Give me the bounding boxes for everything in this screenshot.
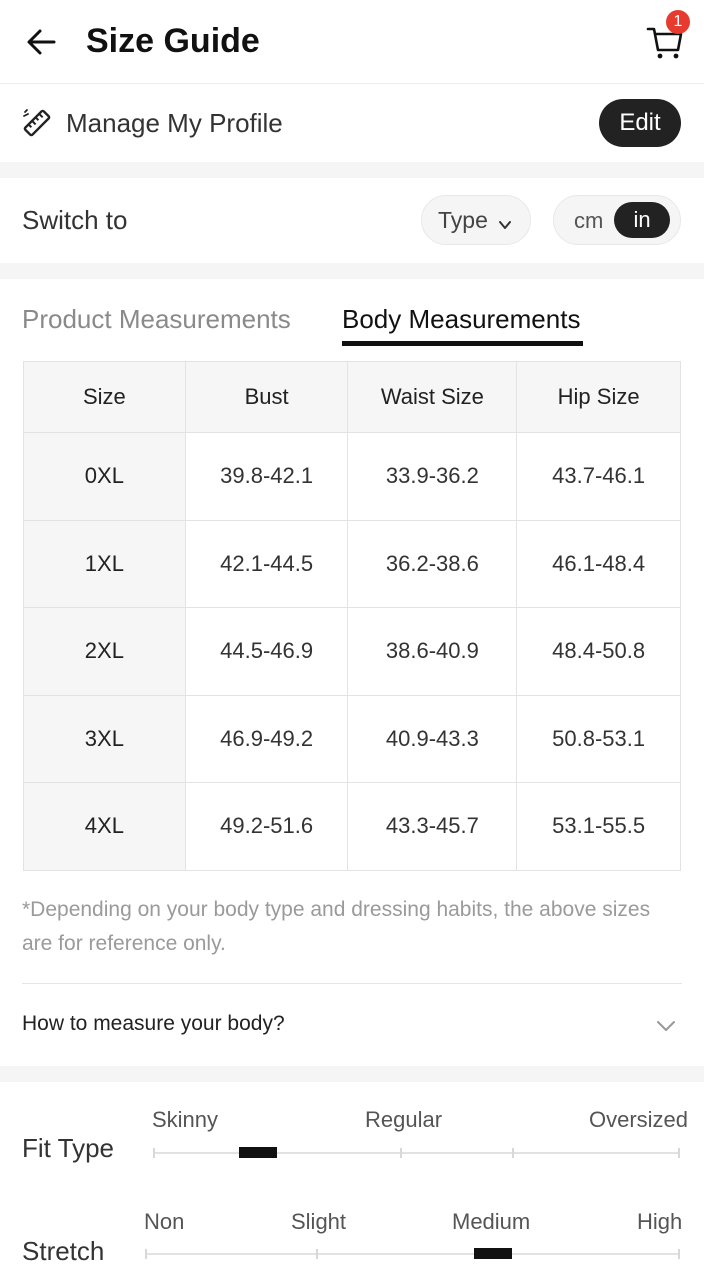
reference-note: *Depending on your body type and dressin… xyxy=(22,898,651,955)
unit-in-option[interactable]: in xyxy=(614,202,670,238)
scale-tick xyxy=(512,1148,514,1158)
column-header-bust: Bust xyxy=(184,361,349,433)
unit-cm-option[interactable]: cm xyxy=(574,208,603,234)
stretch-label-medium: Medium xyxy=(452,1209,531,1234)
size-cell: 0XL xyxy=(23,432,186,521)
manage-profile-label: Manage My Profile xyxy=(66,108,283,138)
bust-cell: 39.8-42.1 xyxy=(184,432,349,521)
fit-type-label-skinny: Skinny xyxy=(152,1107,219,1132)
scale-tick xyxy=(400,1148,402,1158)
waist-cell: 33.9-36.2 xyxy=(347,432,518,521)
how-to-measure-label: How to measure your body? xyxy=(22,1012,285,1035)
stretch-scale: Stretch Non Slight Medium High xyxy=(0,1200,704,1280)
hip-cell: 46.1-48.4 xyxy=(516,519,681,608)
fit-type-marker xyxy=(239,1147,278,1158)
scale-tick xyxy=(316,1249,318,1259)
edit-profile-button[interactable]: Edit xyxy=(599,99,681,147)
stretch-marker xyxy=(473,1248,512,1259)
bust-cell: 42.1-44.5 xyxy=(184,519,349,608)
table-row: 4XL 49.2-51.6 43.3-45.7 53.1-55.5 xyxy=(23,782,681,871)
chevron-down-icon xyxy=(654,1014,678,1038)
tab-body-measurements[interactable]: Body Measurements xyxy=(342,304,580,335)
scale-tick xyxy=(678,1148,680,1158)
hip-cell: 50.8-53.1 xyxy=(516,694,681,783)
waist-cell: 38.6-40.9 xyxy=(347,607,518,696)
app-header: Size Guide 1 xyxy=(0,0,704,84)
page-title: Size Guide xyxy=(86,22,260,60)
size-cell: 3XL xyxy=(23,694,186,783)
back-arrow-icon[interactable] xyxy=(24,24,60,60)
cart-count-badge: 1 xyxy=(666,10,690,34)
table-row: 3XL 46.9-49.2 40.9-43.3 50.8-53.1 xyxy=(23,694,681,783)
type-dropdown[interactable]: Type xyxy=(421,195,531,245)
active-tab-indicator xyxy=(342,341,583,346)
hip-cell: 43.7-46.1 xyxy=(516,432,681,521)
table-row: 0XL 39.8-42.1 33.9-36.2 43.7-46.1 xyxy=(23,432,681,521)
waist-cell: 36.2-38.6 xyxy=(347,519,518,608)
fit-type-track xyxy=(153,1152,680,1154)
column-header-hip: Hip Size xyxy=(516,361,681,433)
stretch-track xyxy=(145,1253,680,1255)
fit-type-title: Fit Type xyxy=(22,1133,115,1163)
column-header-size: Size xyxy=(23,361,186,433)
table-header-row: Size Bust Waist Size Hip Size xyxy=(23,361,681,433)
chevron-down-icon xyxy=(497,212,513,229)
waist-cell: 43.3-45.7 xyxy=(347,782,518,871)
scale-tick xyxy=(678,1249,680,1259)
switch-to-label: Switch to xyxy=(22,205,128,235)
bust-cell: 49.2-51.6 xyxy=(184,782,349,871)
how-to-measure-row[interactable]: How to measure your body? xyxy=(0,984,704,1066)
size-table: Size Bust Waist Size Hip Size 0XL 39.8-4… xyxy=(23,361,681,871)
type-dropdown-label: Type xyxy=(438,207,488,233)
table-row: 1XL 42.1-44.5 36.2-38.6 46.1-48.4 xyxy=(23,519,681,608)
stretch-label-non: Non xyxy=(144,1209,185,1234)
bust-cell: 44.5-46.9 xyxy=(184,607,349,696)
fit-type-label-oversized: Oversized xyxy=(589,1107,689,1132)
table-row: 2XL 44.5-46.9 38.6-40.9 48.4-50.8 xyxy=(23,607,681,696)
column-header-waist: Waist Size xyxy=(347,361,518,433)
size-cell: 2XL xyxy=(23,607,186,696)
unit-toggle: cm in xyxy=(553,195,681,245)
fit-type-label-regular: Regular xyxy=(365,1107,443,1132)
hip-cell: 48.4-50.8 xyxy=(516,607,681,696)
ruler-icon xyxy=(22,108,52,138)
fit-type-scale: Fit Type Skinny Regular Oversized xyxy=(0,1100,704,1180)
section-divider xyxy=(0,162,704,178)
stretch-label-high: High xyxy=(637,1209,683,1234)
hip-cell: 53.1-55.5 xyxy=(516,782,681,871)
waist-cell: 40.9-43.3 xyxy=(347,694,518,783)
bust-cell: 46.9-49.2 xyxy=(184,694,349,783)
section-divider xyxy=(0,263,704,279)
scale-tick xyxy=(153,1148,155,1158)
size-cell: 1XL xyxy=(23,519,186,608)
size-cell: 4XL xyxy=(23,782,186,871)
section-divider xyxy=(0,1066,704,1082)
stretch-title: Stretch xyxy=(22,1236,105,1266)
tab-product-measurements[interactable]: Product Measurements xyxy=(22,304,291,335)
stretch-label-slight: Slight xyxy=(291,1209,347,1234)
scale-tick xyxy=(145,1249,147,1259)
